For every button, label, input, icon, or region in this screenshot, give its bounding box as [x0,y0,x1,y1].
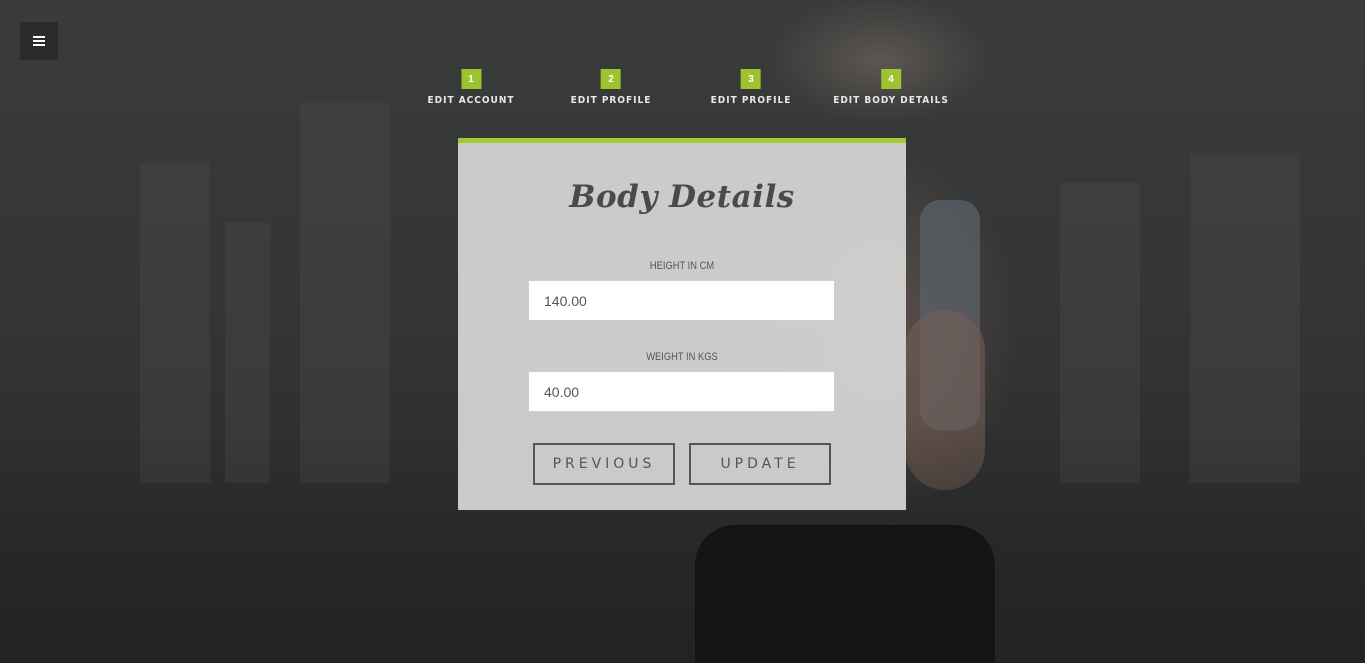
body-details-card: Body Details HEIGHT IN CM WEIGHT IN KGS … [458,138,906,510]
hamburger-icon [33,36,45,46]
step-label: EDIT PROFILE [710,95,792,106]
height-label: HEIGHT IN CM [649,260,715,272]
step-number: 3 [741,69,761,89]
height-input[interactable] [528,280,835,321]
menu-button[interactable] [19,21,59,61]
weight-input[interactable] [528,371,835,412]
step-label: EDIT ACCOUNT [427,95,515,106]
step-progress: 1 EDIT ACCOUNT 2 EDIT PROFILE 3 EDIT PRO… [0,69,1365,119]
step-edit-profile-1[interactable]: 2 EDIT PROFILE [571,69,652,106]
step-edit-profile-2[interactable]: 3 EDIT PROFILE [711,69,792,106]
page: 1 EDIT ACCOUNT 2 EDIT PROFILE 3 EDIT PRO… [0,0,1365,663]
step-number: 4 [881,69,901,89]
step-label: EDIT PROFILE [570,95,652,106]
previous-button[interactable]: PREVIOUS [533,443,675,485]
step-edit-body-details[interactable]: 4 EDIT BODY DETAILS [833,69,949,106]
step-number: 2 [601,69,621,89]
step-number: 1 [460,69,481,89]
step-label: EDIT BODY DETAILS [833,95,949,106]
step-edit-account[interactable]: 1 EDIT ACCOUNT [427,69,514,106]
update-button[interactable]: UPDATE [689,443,831,485]
weight-label: WEIGHT IN KGS [646,351,718,363]
form-title: Body Details [569,179,795,215]
